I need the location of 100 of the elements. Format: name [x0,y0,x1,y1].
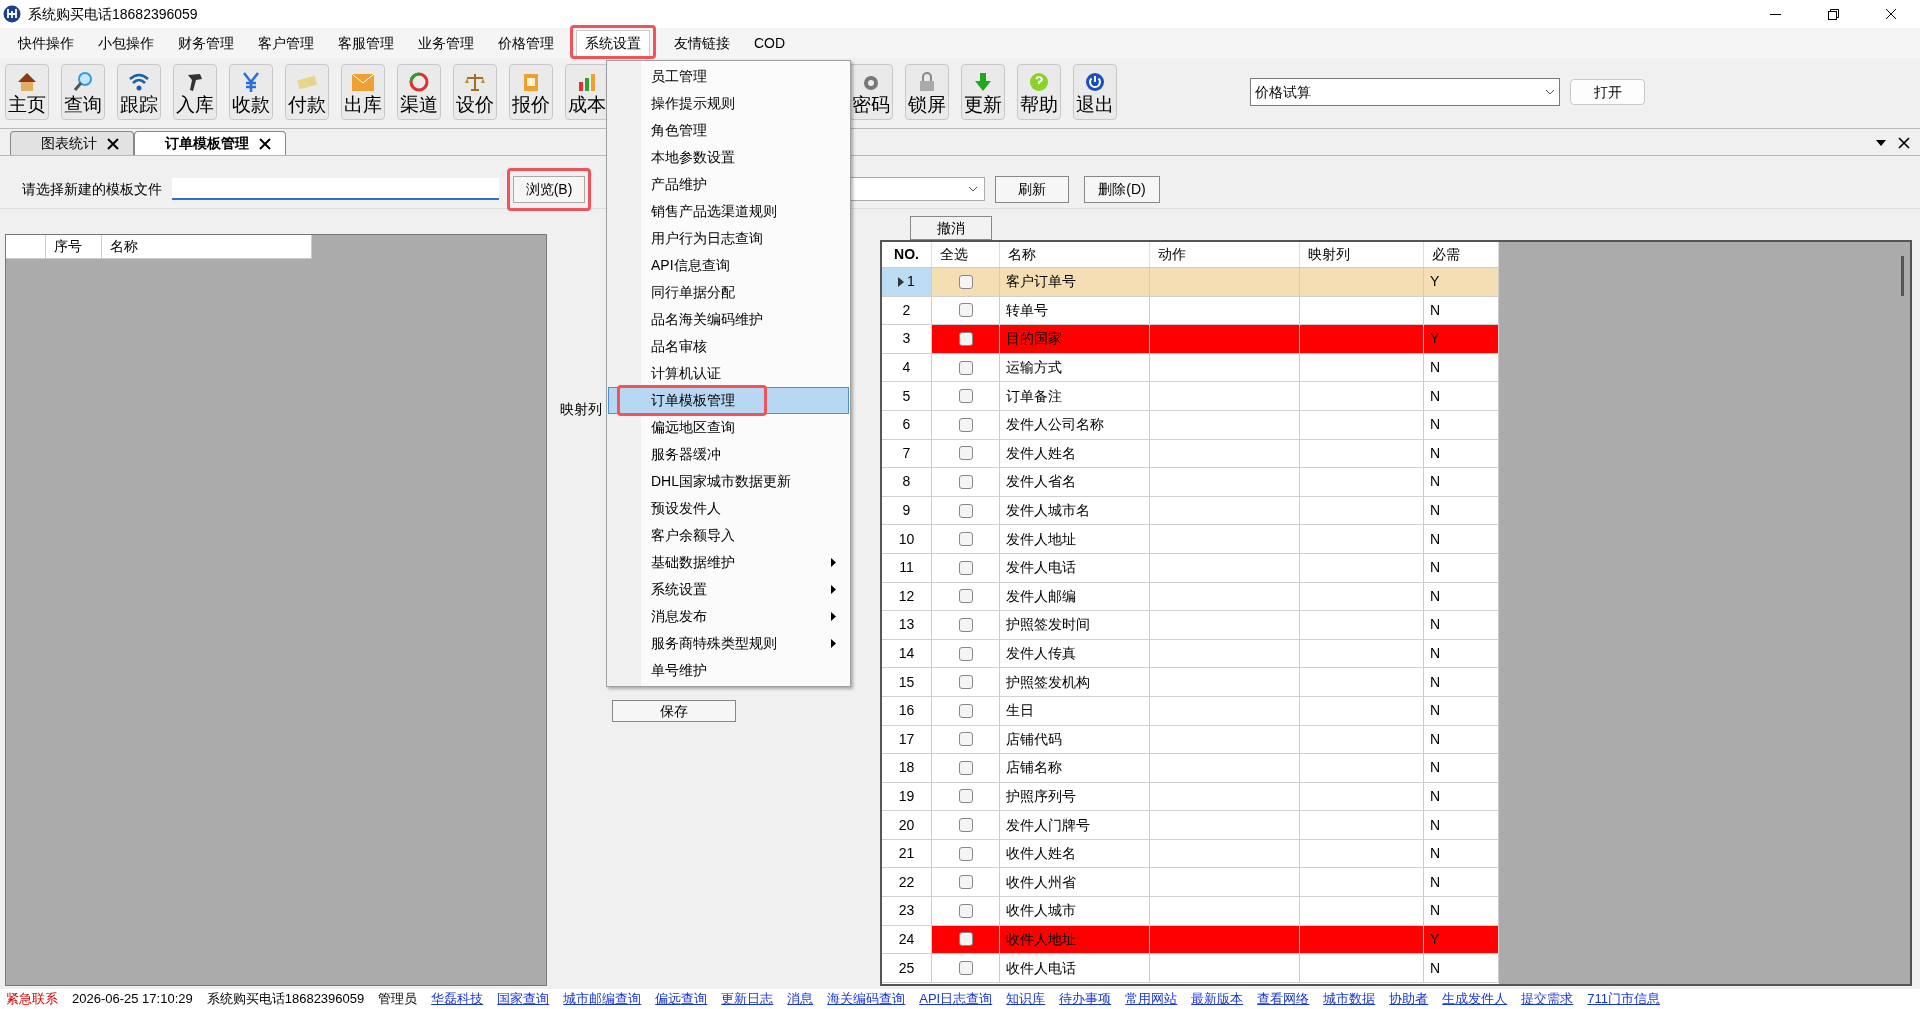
row-checkbox[interactable] [958,446,973,461]
menu-item[interactable]: 系统设置 [608,576,849,603]
menu-item[interactable]: 员工管理 [608,63,849,90]
row-checkbox[interactable] [958,560,973,575]
browse-button[interactable]: 浏览(B) [513,175,585,203]
row-checkbox[interactable] [958,417,973,432]
toolbar-button[interactable]: 退出 [1073,64,1117,120]
menu-item[interactable]: DHL国家城市数据更新 [608,468,849,495]
row-checkbox[interactable] [958,703,973,718]
toolbar-button[interactable]: 付款 [285,64,329,120]
menu-item[interactable]: 基础数据维护 [608,549,849,576]
status-link[interactable]: 711门市信息 [1587,989,1660,1009]
row-checkbox[interactable] [958,789,973,804]
status-link[interactable]: 偏远查询 [655,989,708,1009]
toolbar-button[interactable]: 跟踪 [117,64,161,120]
status-link[interactable]: 城市邮编查询 [563,989,642,1009]
toolbar-button[interactable]: 入库 [173,64,217,120]
file-path-field[interactable] [172,178,499,200]
row-checkbox[interactable] [958,617,973,632]
refresh-button[interactable]: 刷新 [995,175,1069,203]
status-link[interactable]: 知识库 [1006,989,1046,1009]
row-checkbox[interactable] [958,589,973,604]
menu-item[interactable]: 销售产品选渠道规则 [608,198,849,225]
menu-item[interactable]: 用户行为日志查询 [608,225,849,252]
toolbar-button[interactable]: 锁屏 [905,64,949,120]
row-checkbox[interactable] [958,389,973,404]
menu-item[interactable]: 消息发布 [608,603,849,630]
toolbar-button[interactable]: 设价 [453,64,497,120]
dropdown-arrow-icon[interactable] [1876,140,1886,146]
status-link[interactable]: 提交需求 [1521,989,1574,1009]
status-link[interactable]: 常用网站 [1125,989,1178,1009]
close-icon[interactable] [1898,137,1910,149]
toolbar-button[interactable]: 报价 [509,64,553,120]
row-checkbox[interactable] [958,875,973,890]
toolbar-button[interactable]: 收款 [229,64,273,120]
menu-bar-item[interactable]: 业务管理 [408,30,484,56]
quick-open-select[interactable]: 价格试算 [1250,78,1560,106]
menu-bar-item[interactable]: COD [744,30,796,56]
row-checkbox[interactable] [958,332,973,346]
toolbar-button[interactable]: 出库 [341,64,385,120]
row-checkbox[interactable] [958,303,973,318]
toolbar-button[interactable]: 主页 [5,64,49,120]
status-link[interactable]: API日志查询 [919,989,993,1009]
document-tab[interactable]: 图表统计 [10,131,134,155]
row-checkbox[interactable] [958,903,973,918]
status-link[interactable]: 城市数据 [1323,989,1376,1009]
row-checkbox[interactable] [958,503,973,518]
open-button[interactable]: 打开 [1570,79,1645,105]
menu-item[interactable]: 产品维护 [608,171,849,198]
toolbar-button[interactable]: 帮助 [1017,64,1061,120]
delete-button[interactable]: 删除(D) [1084,175,1160,203]
menu-item[interactable]: 本地参数设置 [608,144,849,171]
status-link[interactable]: 查看网络 [1257,989,1310,1009]
menu-bar-item[interactable]: 客户管理 [248,30,324,56]
row-checkbox[interactable] [958,675,973,690]
close-icon[interactable] [259,137,271,150]
document-tab[interactable]: 订单模板管理 [134,131,286,155]
menu-bar-item[interactable]: 小包操作 [88,30,164,56]
row-checkbox[interactable] [958,818,973,833]
row-checkbox[interactable] [958,732,973,747]
toolbar-button[interactable]: 查询 [61,64,105,120]
status-link[interactable]: 更新日志 [721,989,774,1009]
cancel-button[interactable]: 撤消 [910,216,992,240]
menu-item[interactable]: 角色管理 [608,117,849,144]
status-link[interactable]: 生成发件人 [1442,989,1508,1009]
menu-bar-item[interactable]: 友情链接 [664,30,740,56]
row-checkbox[interactable] [958,646,973,661]
menu-bar-item[interactable]: 客服管理 [328,30,404,56]
menu-bar-item[interactable]: 价格管理 [488,30,564,56]
menu-bar-item[interactable]: 财务管理 [168,30,244,56]
menu-item[interactable]: 服务器缓冲 [608,441,849,468]
status-link[interactable]: 海关编码查询 [827,989,906,1009]
row-checkbox[interactable] [958,360,973,375]
toolbar-button[interactable]: 更新 [961,64,1005,120]
menu-item[interactable]: 预设发件人 [608,495,849,522]
status-link[interactable]: 最新版本 [1191,989,1244,1009]
status-link[interactable]: 消息 [787,989,814,1009]
menu-item[interactable]: 单号维护 [608,657,849,684]
row-checkbox[interactable] [958,932,973,947]
close-icon[interactable] [107,137,119,150]
menu-item[interactable]: 计算机认证 [608,360,849,387]
menu-bar-item[interactable]: 系统设置 [576,30,650,56]
row-checkbox[interactable] [958,846,973,861]
row-checkbox[interactable] [958,274,973,289]
status-link[interactable]: 待办事项 [1059,989,1112,1009]
row-checkbox[interactable] [958,474,973,489]
menu-item[interactable]: 服务商特殊类型规则 [608,630,849,657]
menu-item[interactable]: API信息查询 [608,252,849,279]
toolbar-button[interactable]: 渠道 [397,64,441,120]
menu-item[interactable]: 操作提示规则 [608,90,849,117]
toolbar-button[interactable]: 成本 [565,64,609,120]
status-link[interactable]: 协助者 [1389,989,1429,1009]
row-checkbox[interactable] [958,961,973,976]
row-checkbox[interactable] [958,532,973,547]
menu-item[interactable]: 客户余额导入 [608,522,849,549]
menu-item[interactable]: 品名审核 [608,333,849,360]
status-link[interactable]: 国家查询 [497,989,550,1009]
menu-item[interactable]: 品名海关编码维护 [608,306,849,333]
row-checkbox[interactable] [958,760,973,775]
save-button[interactable]: 保存 [612,700,736,722]
